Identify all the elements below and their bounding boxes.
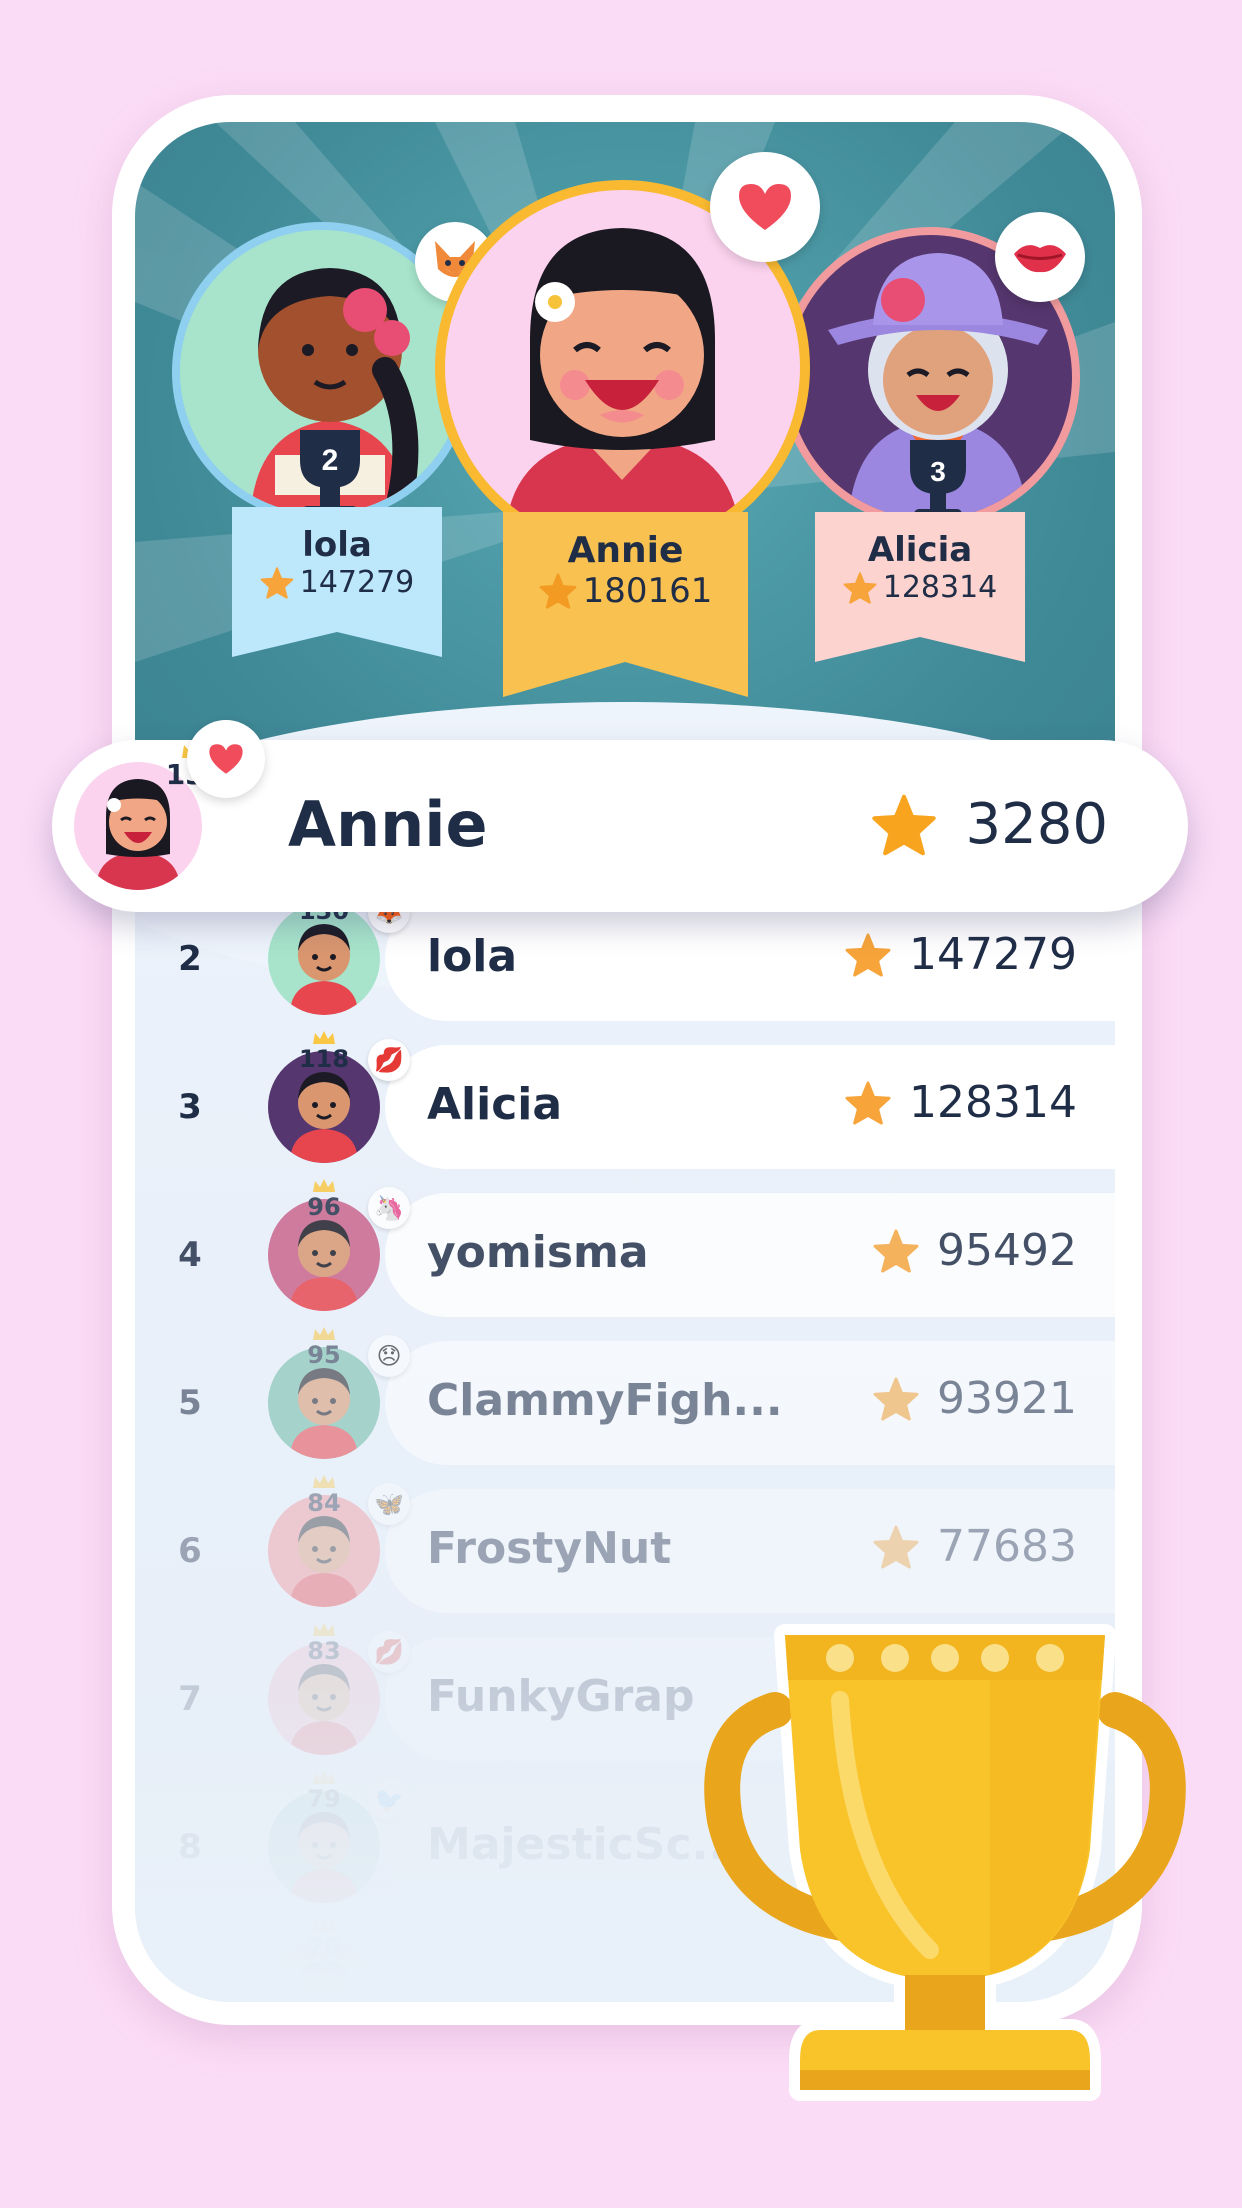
star-icon	[845, 932, 891, 977]
row-score-row: 128314	[777, 1077, 1077, 1128]
leaderboard-row[interactable]: 4 96 🦄 yomisma 95492	[135, 1179, 1115, 1317]
podium-score: 180161	[582, 571, 713, 611]
row-name: Alicia	[427, 1079, 563, 1130]
star-icon	[260, 566, 294, 599]
svg-text:2: 2	[322, 444, 339, 477]
leaderboard-row[interactable]: 2130🦊lola147279	[135, 883, 1115, 1021]
row-rank: 3	[178, 1087, 202, 1127]
row-emoji-icon: 🦄	[368, 1187, 410, 1229]
row-emoji-icon: 🦋	[368, 1483, 410, 1525]
row-rank: 2	[178, 939, 202, 979]
row-score-row: 95492	[777, 1225, 1077, 1276]
current-user-score: 3280	[965, 792, 1108, 857]
lips-icon	[995, 212, 1085, 302]
podium-banner-2: lola 147279	[232, 507, 442, 667]
podium-score-row: 180161	[503, 571, 748, 611]
heart-icon	[710, 152, 820, 262]
row-score-row: 77683	[777, 1521, 1077, 1572]
row-emoji-icon: 😞	[368, 1335, 410, 1377]
star-icon	[539, 573, 576, 609]
podium-score-row: 147279	[232, 565, 442, 600]
podium-score-row: 128314	[815, 570, 1025, 605]
row-rank: 6	[178, 1531, 202, 1571]
row-score: 77683	[937, 1521, 1077, 1572]
row-rank: 4	[178, 1235, 202, 1275]
star-icon	[872, 794, 937, 855]
leaderboard-row[interactable]: 5 95 😞 ClammyFigh... 93921	[135, 1327, 1115, 1465]
podium-banner-3: Alicia 128314	[815, 512, 1025, 672]
podium-banner-1: Annie 180161	[503, 512, 748, 702]
trophy-icon	[704, 1624, 1186, 2101]
row-score: 95492	[937, 1225, 1077, 1276]
current-user-name: Annie	[288, 788, 488, 861]
star-icon	[873, 1376, 919, 1421]
leaderboard-row[interactable]: 6 84 🦋 FrostyNut 77683	[135, 1475, 1115, 1613]
podium-name: Alicia	[867, 530, 973, 570]
crown-icon	[313, 1475, 335, 1488]
row-level: 118	[298, 1045, 350, 1073]
crown-icon	[313, 1327, 335, 1340]
crown-icon	[313, 1179, 335, 1192]
podium-score: 147279	[299, 565, 415, 600]
row-score-row: 93921	[777, 1373, 1077, 1424]
podium-name: lola	[302, 525, 372, 565]
row-level: 95	[307, 1341, 341, 1369]
heart-icon	[187, 720, 265, 798]
row-score: 147279	[909, 929, 1077, 980]
star-icon	[843, 571, 877, 604]
row-level: 96	[307, 1193, 341, 1221]
leaderboard-row[interactable]: 3 118 💋 Alicia 128314	[135, 1031, 1115, 1169]
row-score: 128314	[909, 1077, 1077, 1128]
row-score: 93921	[937, 1373, 1077, 1424]
row-name: FrostyNut	[427, 1523, 672, 1574]
row-name: ClammyFigh...	[427, 1375, 783, 1426]
row-emoji-icon: 💋	[368, 1039, 410, 1081]
row-name: lola	[427, 931, 518, 982]
row-level: 84	[307, 1489, 341, 1517]
row-name: yomisma	[427, 1227, 649, 1278]
svg-text:3: 3	[930, 456, 946, 487]
current-user-score-row: 3280	[871, 792, 1108, 857]
current-user-card[interactable]: 130 Annie 3280	[52, 720, 1188, 912]
star-icon	[873, 1228, 919, 1273]
crown-icon	[313, 1031, 335, 1044]
podium-name: Annie	[567, 530, 684, 571]
row-score-row: 147279	[777, 929, 1077, 980]
podium-score: 128314	[882, 570, 998, 605]
star-icon	[845, 1080, 891, 1125]
star-icon	[873, 1524, 919, 1569]
row-rank: 5	[178, 1383, 202, 1423]
